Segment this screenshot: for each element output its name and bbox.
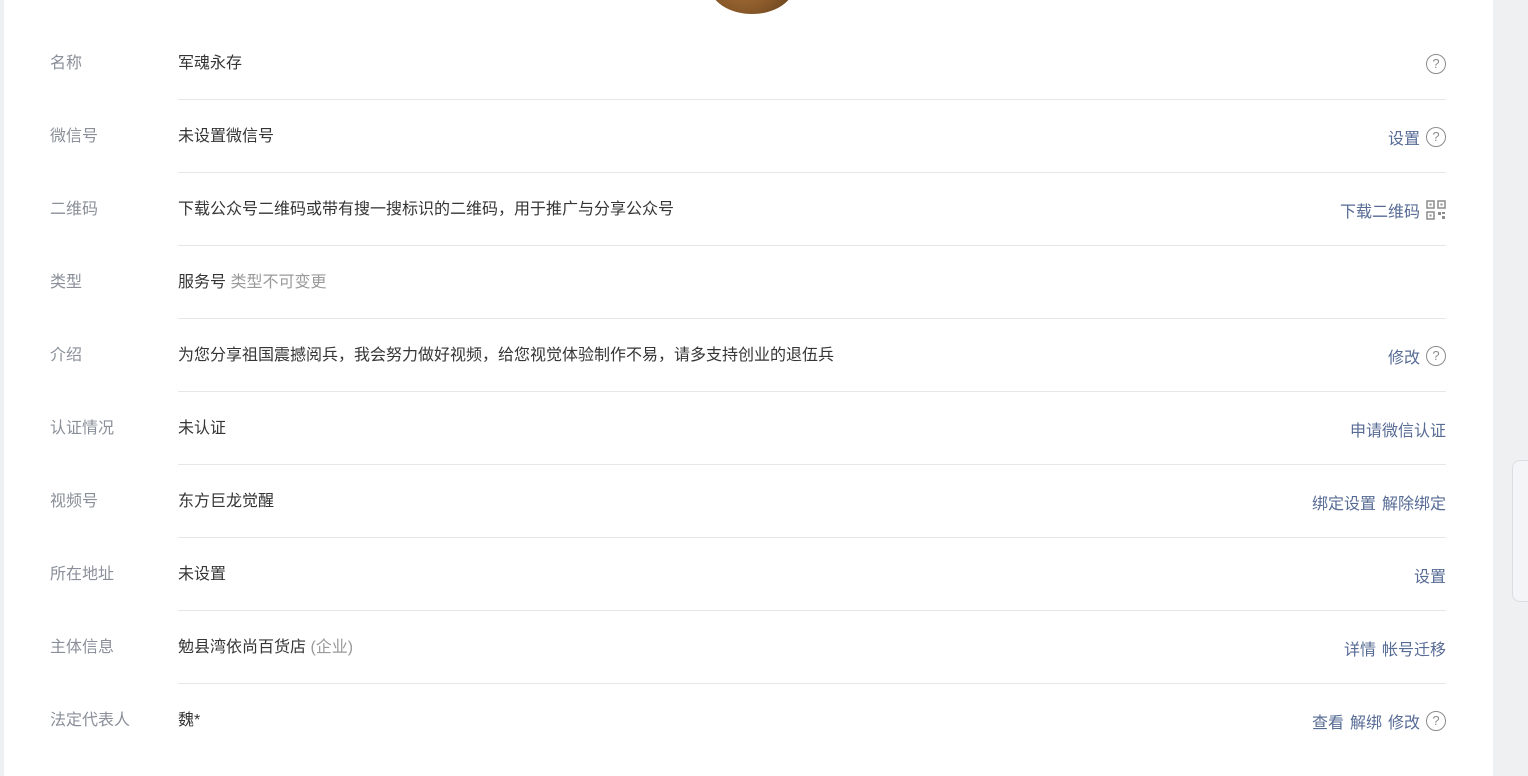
unbind-legal-rep-link[interactable]: 解绑 [1350, 709, 1382, 733]
row-type: 类型 服务号 类型不可变更 [4, 246, 1493, 319]
row-label: 法定代表人 [50, 712, 131, 729]
row-label: 二维码 [50, 201, 99, 218]
row-verification: 认证情况 未认证 申请微信认证 [4, 392, 1493, 465]
account-type-value: 服务号 [178, 274, 227, 291]
account-migration-link[interactable]: 帐号迁移 [1382, 636, 1446, 660]
help-icon[interactable]: ? [1426, 126, 1446, 147]
qrcode-description: 下载公众号二维码或带有搜一搜标识的二维码，用于推广与分享公众号 [178, 201, 675, 218]
row-label: 主体信息 [50, 639, 115, 656]
view-legal-rep-link[interactable]: 查看 [1312, 709, 1344, 733]
row-label: 介绍 [50, 347, 83, 364]
help-icon[interactable]: ? [1426, 53, 1446, 74]
row-label: 认证情况 [50, 420, 115, 437]
entity-info: 勉县湾依尚百货店 (企业) [178, 611, 353, 684]
apply-verification-link[interactable]: 申请微信认证 [1350, 417, 1446, 441]
intro-value: 为您分享祖国震撼阅兵，我会努力做好视频，给您视觉体验制作不易，请多支持创业的退伍… [178, 347, 835, 364]
account-info-card: 名称 军魂永存 ? 微信号 未设置微信号 设置 ? 二维码 下载公众号二维码或带… [4, 0, 1493, 776]
address-value: 未设置 [178, 566, 227, 583]
download-qrcode-link[interactable]: 下载二维码 [1340, 198, 1420, 222]
binding-settings-link[interactable]: 绑定设置 [1312, 490, 1376, 514]
account-type-note: 类型不可变更 [230, 274, 327, 291]
set-address-link[interactable]: 设置 [1414, 563, 1446, 587]
edit-legal-rep-link[interactable]: 修改 [1388, 709, 1420, 733]
row-label: 类型 [50, 274, 83, 291]
row-name: 名称 军魂永存 ? [4, 27, 1493, 100]
side-float-tab[interactable] [1512, 460, 1528, 602]
entity-type: (企业) [310, 639, 354, 656]
verification-status: 未认证 [178, 420, 227, 437]
edit-intro-link[interactable]: 修改 [1388, 344, 1420, 368]
set-wechat-id-link[interactable]: 设置 [1388, 125, 1420, 149]
qrcode-icon[interactable] [1426, 199, 1446, 220]
row-label: 名称 [50, 55, 83, 72]
wechat-id-value: 未设置微信号 [178, 128, 275, 145]
row-entity: 主体信息 勉县湾依尚百货店 (企业) 详情 帐号迁移 [4, 611, 1493, 684]
account-name-value: 军魂永存 [178, 55, 243, 72]
row-qrcode: 二维码 下载公众号二维码或带有搜一搜标识的二维码，用于推广与分享公众号 下载二维… [4, 173, 1493, 246]
legal-rep-value: 魏* [178, 712, 201, 729]
help-icon[interactable]: ? [1426, 345, 1446, 366]
row-label: 视频号 [50, 493, 99, 510]
row-address: 所在地址 未设置 设置 [4, 538, 1493, 611]
row-wechat-id: 微信号 未设置微信号 设置 ? [4, 100, 1493, 173]
account-avatar [710, 0, 794, 14]
row-intro: 介绍 为您分享祖国震撼阅兵，我会努力做好视频，给您视觉体验制作不易，请多支持创业… [4, 319, 1493, 392]
entity-details-link[interactable]: 详情 [1344, 636, 1376, 660]
row-label: 微信号 [50, 128, 99, 145]
channels-value: 东方巨龙觉醒 [178, 493, 275, 510]
row-label: 所在地址 [50, 566, 115, 583]
unbind-link[interactable]: 解除绑定 [1382, 490, 1446, 514]
entity-name: 勉县湾依尚百货店 [178, 639, 307, 656]
help-icon[interactable]: ? [1426, 710, 1446, 731]
row-legal-rep: 法定代表人 魏* 查看 解绑 修改 ? [4, 684, 1493, 757]
account-type: 服务号 类型不可变更 [178, 246, 326, 319]
row-channels: 视频号 东方巨龙觉醒 绑定设置 解除绑定 [4, 465, 1493, 538]
